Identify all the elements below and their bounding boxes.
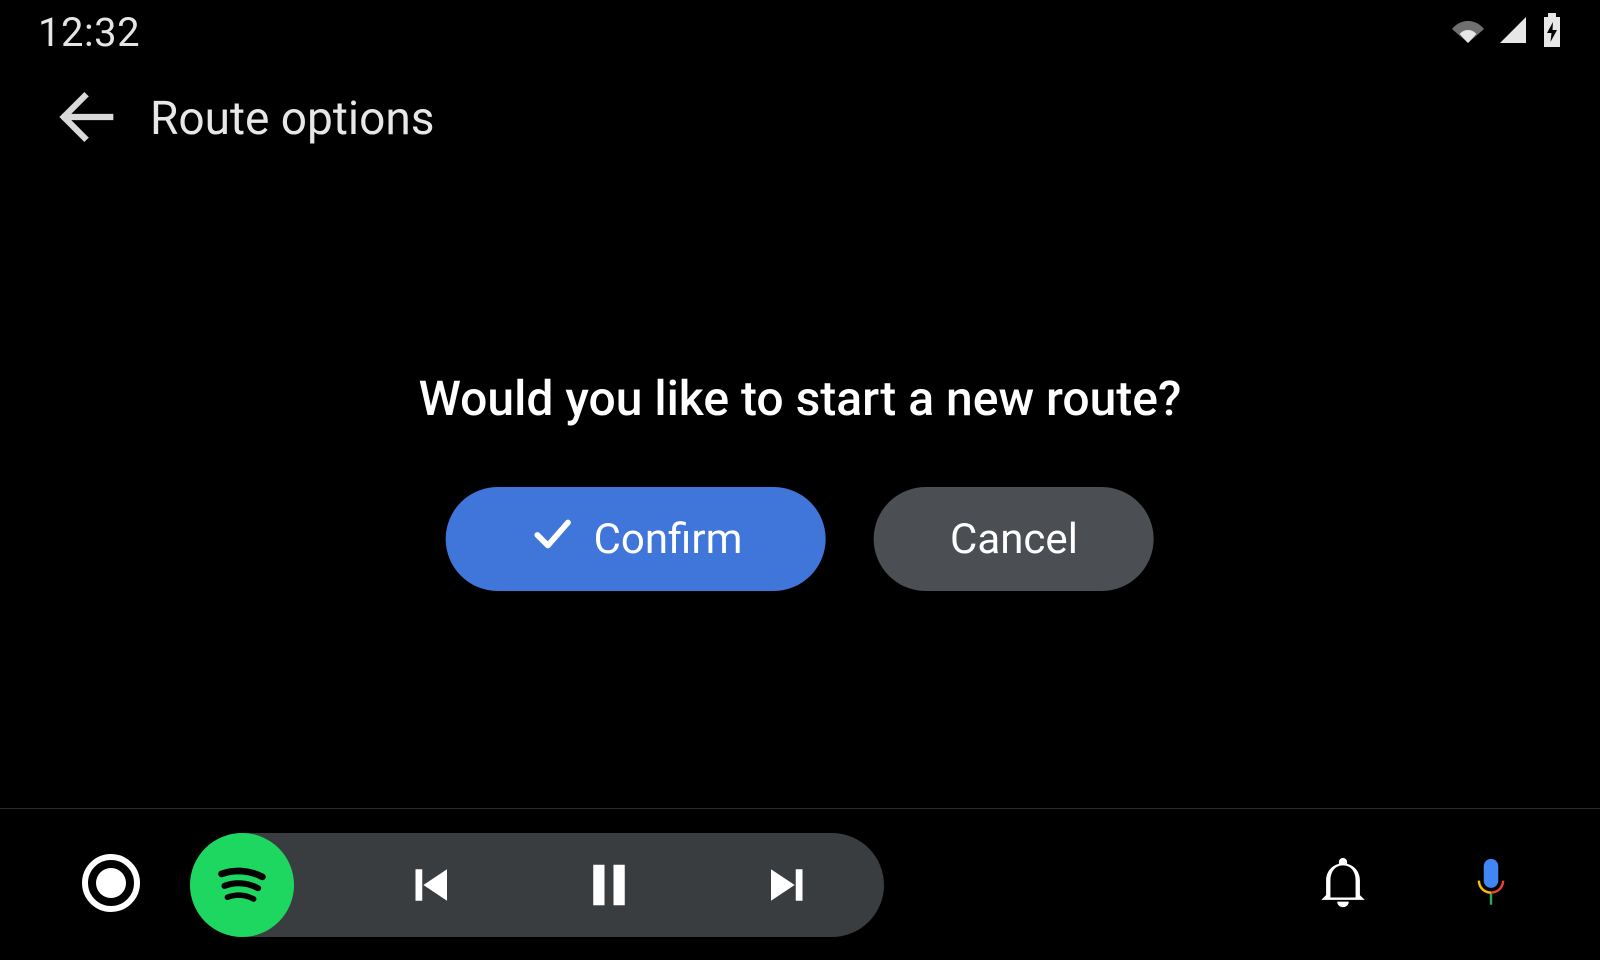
page-title: Route options [150,92,434,146]
bottom-bar [0,810,1600,960]
bottom-bar-left [80,833,884,937]
status-time: 12:32 [38,9,140,56]
cancel-button[interactable]: Cancel [874,487,1154,591]
back-button[interactable] [56,86,118,152]
dialog-message: Would you like to start a new route? [419,370,1182,427]
bottom-bar-right [1314,854,1520,916]
home-button[interactable] [80,852,142,918]
divider [0,808,1600,809]
cancel-label: Cancel [950,515,1078,564]
media-controls [190,833,884,937]
screen: 12:32 Route optio [0,0,1600,960]
next-track-button[interactable] [714,858,864,912]
previous-track-button[interactable] [354,858,504,912]
battery-icon [1542,13,1562,51]
cellular-icon [1498,15,1528,49]
pause-button[interactable] [534,858,684,912]
microphone-button[interactable] [1462,854,1520,916]
notifications-button[interactable] [1314,854,1372,916]
check-icon [530,511,576,568]
wifi-icon [1452,17,1484,47]
status-icons [1452,13,1562,51]
header: Route options [56,86,434,152]
dialog: Would you like to start a new route? Con… [419,370,1182,591]
spotify-icon[interactable] [190,833,294,937]
dialog-actions: Confirm Cancel [419,487,1182,591]
status-bar: 12:32 [0,0,1600,64]
confirm-button[interactable]: Confirm [446,487,826,591]
confirm-label: Confirm [594,515,743,564]
